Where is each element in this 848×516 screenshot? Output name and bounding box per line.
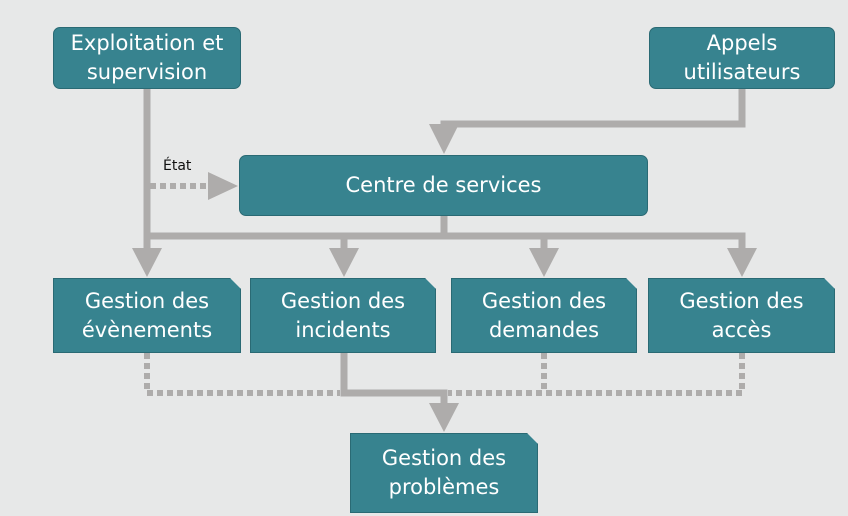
node-gestion-demandes: Gestion des demandes <box>451 278 637 353</box>
arrow-into-incidents <box>329 248 359 277</box>
arrow-into-evenements <box>132 248 162 277</box>
flow-diagram: Exploitation et supervision Appels utili… <box>0 0 848 516</box>
arrow-into-acces <box>727 248 757 277</box>
arrow-into-centre-top <box>429 124 459 154</box>
node-exploitation-supervision: Exploitation et supervision <box>53 27 241 89</box>
line-demandes-acces-to-problemes-dashed <box>448 353 745 396</box>
line-evenements-to-problemes-dashed <box>144 353 340 396</box>
line-appels-to-centre <box>440 88 746 130</box>
line-centre-bus <box>147 215 746 248</box>
node-gestion-evenements: Gestion des évènements <box>53 278 241 353</box>
node-gestion-incidents: Gestion des incidents <box>250 278 436 353</box>
node-gestion-acces: Gestion des accès <box>648 278 835 353</box>
edge-label-etat: État <box>163 158 192 174</box>
node-centre-de-services: Centre de services <box>239 155 648 216</box>
arrow-etat-into-centre <box>208 172 238 200</box>
node-appels-utilisateurs: Appels utilisateurs <box>649 27 835 89</box>
arrow-into-problemes <box>429 403 459 432</box>
arrow-into-demandes <box>529 248 559 277</box>
line-incidents-to-problemes <box>340 353 448 404</box>
node-gestion-problemes: Gestion des problèmes <box>350 433 538 513</box>
